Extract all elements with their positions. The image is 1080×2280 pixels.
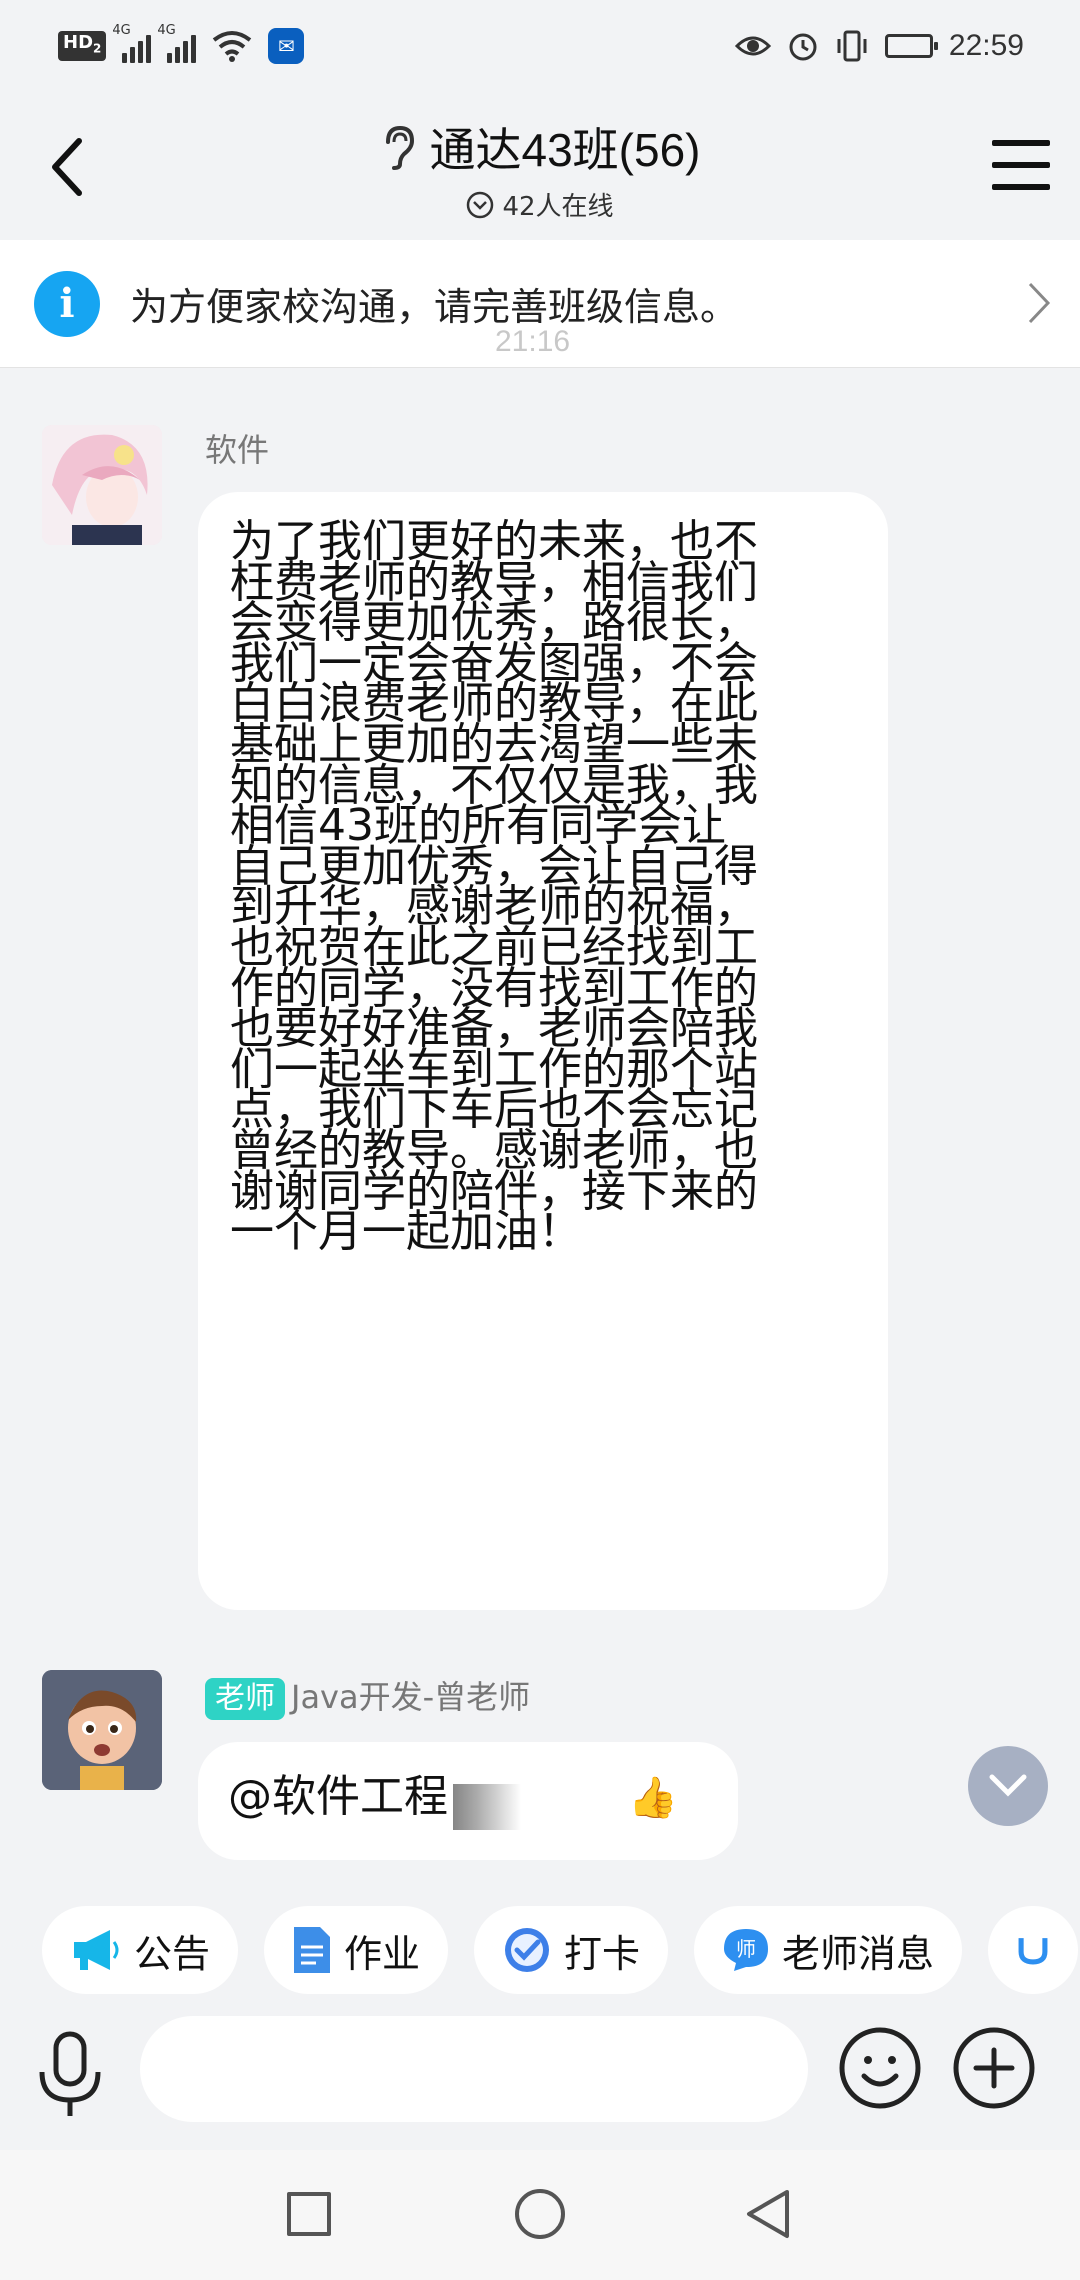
quick-action-label: 老师消息 [782, 1931, 935, 1976]
avatar[interactable] [42, 1670, 162, 1790]
homework-button[interactable]: 作业 [264, 1906, 449, 1994]
plus-icon[interactable] [952, 2026, 1036, 2110]
message-text: @软件工程 [228, 1771, 448, 1822]
page-title: 通达43班(56) [429, 124, 701, 176]
hamburger-line [992, 140, 1050, 146]
partial-app-icon [1018, 1938, 1048, 1965]
ear-icon[interactable] [380, 124, 416, 170]
battery-icon [884, 34, 938, 58]
microphone-icon[interactable] [34, 2030, 106, 2120]
quick-action-label: 作业 [344, 1931, 421, 1976]
teacher-badge: 老师 [205, 1678, 285, 1720]
info-icon: i [34, 270, 100, 337]
anime-avatar-icon [42, 425, 162, 545]
thumbs-up-icon: 👍 [628, 1775, 678, 1821]
chevron-right-icon [1028, 282, 1051, 324]
quick-action-label: 公告 [134, 1931, 211, 1976]
svg-text:师: 师 [736, 1937, 756, 1961]
status-right: 22:59 [734, 29, 1024, 63]
eye-icon [734, 36, 771, 56]
chat-header: 通达43班(56) 42人在线 [0, 92, 1080, 238]
more-quick-action-button[interactable] [988, 1906, 1079, 1994]
title-area: 通达43班(56) 42人在线 [0, 114, 1080, 223]
emoji-icon[interactable] [838, 2026, 922, 2110]
quick-actions-bar: 公告 作业 打卡 师 老师消息 [0, 1880, 1080, 2020]
hd-indicator: HD2 [58, 31, 107, 61]
quick-action-label: 打卡 [564, 1931, 641, 1976]
vibrate-icon [837, 30, 867, 62]
hamburger-line [992, 184, 1050, 190]
document-icon [294, 1927, 331, 1973]
chevron-down-circle-icon [467, 191, 494, 218]
timestamp: 21:16 [495, 325, 571, 358]
alarm-icon [789, 33, 817, 61]
cartoon-baby-avatar-icon [42, 1670, 162, 1790]
checkin-icon [505, 1928, 550, 1972]
teacher-message-icon: 师 [724, 1929, 769, 1971]
avatar[interactable] [42, 425, 162, 545]
megaphone-icon [74, 1930, 119, 1970]
status-bar: HD2 4G 4G ✉ 22:59 [0, 0, 1080, 92]
app-notification-icon: ✉ [268, 28, 305, 64]
status-left: HD2 4G 4G ✉ [58, 23, 305, 64]
chevron-down-icon [989, 1774, 1027, 1797]
home-button[interactable] [515, 2189, 565, 2239]
scroll-to-bottom-button[interactable] [968, 1746, 1048, 1826]
redacted-block [453, 1783, 624, 1830]
sender-name: Java开发-曾老师 [291, 1678, 531, 1716]
teacher-message-button[interactable]: 师 老师消息 [694, 1906, 963, 1994]
back-triangle-icon[interactable] [745, 2188, 791, 2240]
status-time: 22:59 [948, 29, 1024, 62]
wifi-icon [213, 31, 252, 62]
notice-text: 为方便家校沟通，请完善班级信息。 [130, 285, 739, 329]
checkin-button[interactable]: 打卡 [474, 1906, 669, 1994]
message-bubble[interactable]: @软件工程 👍 [198, 1742, 738, 1860]
message-input[interactable] [140, 2016, 808, 2122]
system-navigation-bar [0, 2150, 1080, 2280]
menu-button[interactable] [992, 140, 1050, 190]
online-count: 42人在线 [502, 192, 614, 222]
recent-apps-button[interactable] [287, 2192, 331, 2236]
sender-name: 软件 [205, 431, 270, 469]
signal-icon-2: 4G [157, 23, 197, 63]
online-status[interactable]: 42人在线 [0, 186, 1080, 223]
hamburger-line [992, 162, 1050, 168]
message-text: 为了我们更好的未来，也不 枉费老师的教导，相信我们 会变得更加优秀，路很长， 我… [230, 516, 758, 1258]
signal-icon: 4G [112, 23, 152, 63]
announcement-button[interactable]: 公告 [42, 1906, 239, 1994]
input-bar [0, 2010, 1080, 2140]
message-bubble[interactable]: 为了我们更好的未来，也不 枉费老师的教导，相信我们 会变得更加优秀，路很长， 我… [198, 492, 888, 1610]
sender-line: 老师 Java开发-曾老师 [205, 1672, 530, 1720]
